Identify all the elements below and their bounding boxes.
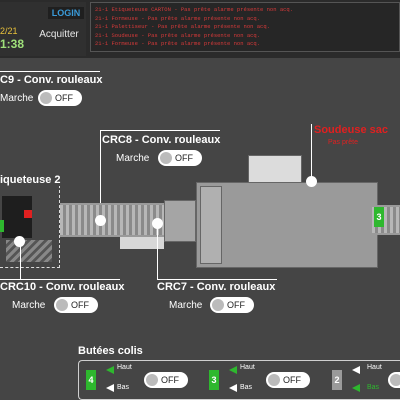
soudeuse-machine[interactable]	[196, 182, 378, 268]
butee-2-bas: Bas	[367, 384, 380, 391]
toggle-knob	[268, 374, 280, 386]
butee-3-toggle[interactable]: OFF	[266, 372, 310, 388]
crc7-marche-label: Marche	[169, 300, 203, 311]
alarm-line: 21-1 Palettiseur - Pas prête alarme prés…	[95, 23, 270, 30]
butee-3-badge: 3	[209, 370, 219, 390]
alarm-line: 21-1 Formeuse - Pas prête alarme présent…	[95, 40, 261, 47]
crc10-marche-label: Marche	[12, 300, 46, 311]
infeed-unit	[164, 200, 196, 242]
arrow-down-icon	[229, 384, 237, 392]
time-display: 1:38	[0, 37, 25, 51]
butee-3-bas: Bas	[240, 384, 253, 391]
toggle-knob	[212, 299, 224, 311]
toggle-state: OFF	[161, 375, 179, 385]
soudeuse-side-panel	[200, 186, 222, 264]
crc7-toggle[interactable]: OFF	[210, 297, 254, 313]
connector-line	[0, 71, 100, 72]
connector-line	[20, 240, 21, 280]
login-button[interactable]: LOGIN	[48, 7, 84, 19]
connector-line	[157, 279, 277, 280]
warning-indicator	[24, 210, 32, 218]
butee-2-badge: 2	[332, 370, 342, 390]
alarm-line: 21-1 Formeuse - Pas prête alarme présent…	[95, 14, 261, 22]
toggle-state: OFF	[55, 93, 73, 103]
butee-2-toggle[interactable]	[388, 372, 400, 388]
connector-line	[100, 130, 220, 131]
crc9-title: C9 - Conv. rouleaux	[0, 74, 103, 86]
crc9-marche-label: Marche	[0, 93, 34, 104]
butee-2-haut: Haut	[367, 364, 382, 371]
toggle-state: OFF	[227, 300, 245, 310]
butee-4-haut: Haut	[117, 364, 132, 371]
toggle-knob	[390, 374, 400, 386]
toggle-knob	[146, 374, 158, 386]
toggle-knob	[56, 299, 68, 311]
crc10-toggle[interactable]: OFF	[54, 297, 98, 313]
date-display: 2/21	[0, 26, 18, 36]
crc8-marche-label: Marche	[116, 153, 150, 164]
toggle-knob	[40, 92, 52, 104]
arrow-down-icon	[352, 384, 360, 392]
arrow-up-icon	[352, 366, 360, 374]
toggle-state: OFF	[283, 375, 301, 385]
crc7-title: CRC7 - Conv. rouleaux	[157, 281, 276, 293]
butee-4-badge: 4	[86, 370, 96, 390]
crc8-dot[interactable]	[95, 215, 106, 226]
acknowledge-button[interactable]: Acquitter	[34, 24, 84, 46]
toggle-state: OFF	[71, 300, 89, 310]
butee-4-toggle[interactable]: OFF	[144, 372, 188, 388]
connector-line	[311, 124, 312, 182]
soudeuse-title: Soudeuse sac	[314, 124, 388, 136]
crc8-conveyor[interactable]	[60, 203, 164, 237]
arrow-down-icon	[106, 384, 114, 392]
arrow-up-icon	[229, 366, 237, 374]
connector-line	[0, 279, 120, 280]
soudeuse-status: Pas prête	[328, 139, 358, 146]
exit-stop-badge: 3	[374, 207, 384, 227]
crc10-title: CRC10 - Conv. rouleaux	[0, 281, 125, 293]
crc8-title: CRC8 - Conv. rouleaux	[102, 134, 221, 146]
status-indicator	[0, 220, 4, 232]
etiqueteuse-title: iqueteuse 2	[0, 174, 63, 186]
toggle-knob	[160, 152, 172, 164]
alarm-line: 21-1 Soudeuse - Pas prête alarme présent…	[95, 31, 261, 39]
crc8-toggle[interactable]: OFF	[158, 150, 202, 166]
connector-line	[157, 224, 158, 280]
butee-3-haut: Haut	[240, 364, 255, 371]
toggle-state: OFF	[175, 153, 193, 163]
alarm-line: 21-1 Etiqueteuse CARTON - Pas prête alar…	[95, 6, 294, 13]
butee-4-bas: Bas	[117, 384, 130, 391]
crc9-toggle[interactable]: OFF	[38, 90, 82, 106]
alarm-list[interactable]: 21-1 Etiqueteuse CARTON - Pas prête alar…	[90, 2, 400, 52]
soudeuse-dot[interactable]	[306, 176, 317, 187]
etiqueteuse-base	[6, 240, 52, 262]
arrow-up-icon	[106, 366, 114, 374]
butees-title: Butées colis	[78, 345, 143, 357]
